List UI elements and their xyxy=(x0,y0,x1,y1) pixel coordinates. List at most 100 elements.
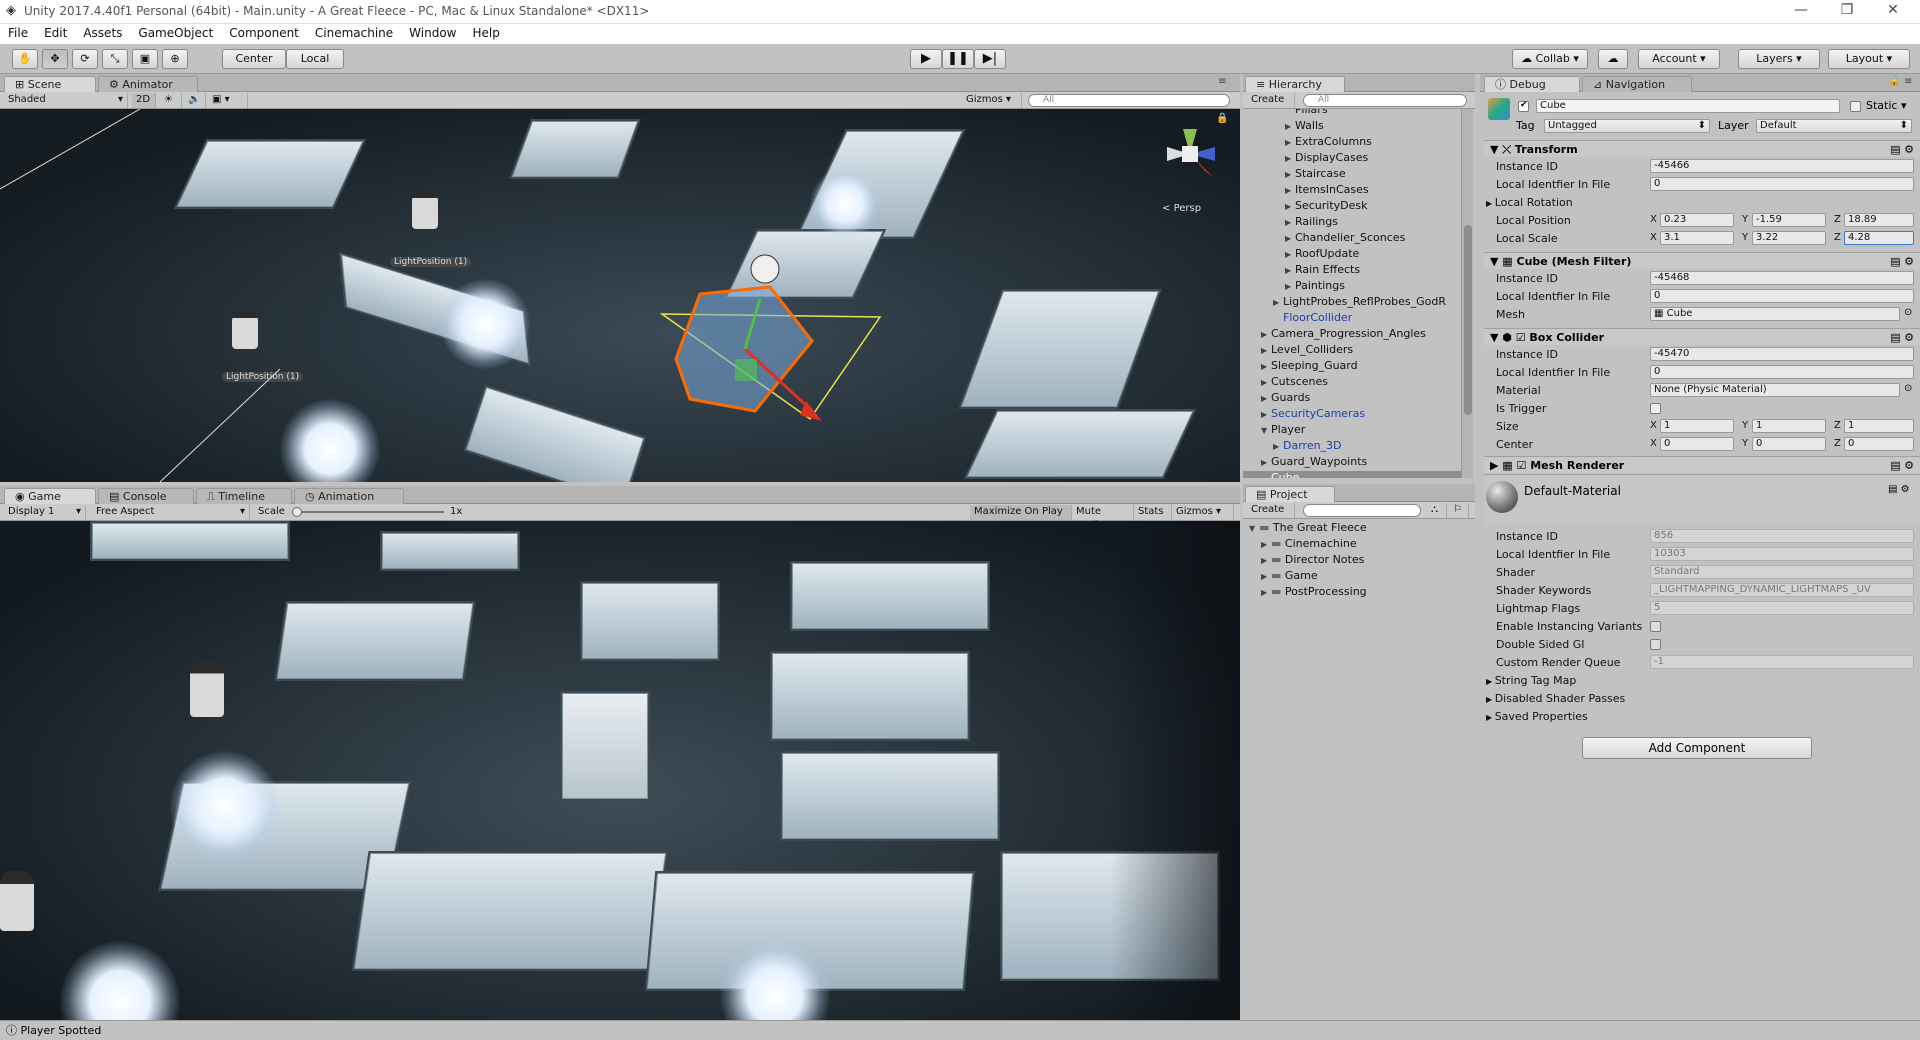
hierarchy-item[interactable]: ▶ Guard_Waypoints xyxy=(1243,455,1461,468)
cloud-icon[interactable]: ☁ xyxy=(1598,49,1628,69)
scale-handle[interactable] xyxy=(292,507,302,517)
tab-project[interactable]: ▤ Project xyxy=(1245,486,1335,502)
foldout-arrow-icon[interactable]: ▶ xyxy=(1261,376,1271,389)
foldout-arrow-icon[interactable]: ▶ xyxy=(1285,200,1295,213)
gizmos-dropdown[interactable]: Gizmos ▾ xyxy=(962,93,1022,108)
active-checkbox[interactable]: ✔ xyxy=(1518,100,1529,112)
material-property-field[interactable]: 10303 xyxy=(1650,547,1914,561)
local-rotation-foldout[interactable]: ▶ Local Rotation xyxy=(1486,195,1573,210)
menu-assets[interactable]: Assets xyxy=(75,24,130,42)
inspector-menu-icon[interactable]: ≡ xyxy=(1904,76,1912,87)
hierarchy-item[interactable]: ▶ ExtraColumns xyxy=(1243,135,1461,148)
orientation-gizmo-icon[interactable] xyxy=(1155,119,1225,189)
object-picker-icon[interactable]: ⊙ xyxy=(1904,383,1912,394)
hierarchy-item[interactable]: ▶ Camera_Progression_Angles xyxy=(1243,327,1461,340)
scene-view[interactable]: LightPosition (1) LightPosition (1) < Pe… xyxy=(0,109,1240,482)
panel-menu-icon[interactable]: ≡ xyxy=(1218,76,1226,87)
material-property-field[interactable]: 5 xyxy=(1650,601,1914,615)
mute-audio-button[interactable]: Mute Audio xyxy=(1072,505,1134,531)
add-component-button[interactable]: Add Component xyxy=(1582,737,1812,759)
object-picker-icon[interactable]: ⊙ xyxy=(1904,307,1912,318)
game-view[interactable] xyxy=(0,521,1240,1020)
foldout-arrow-icon[interactable]: ▶ xyxy=(1273,296,1283,309)
inspector-lock-icon[interactable]: 🔒 xyxy=(1888,76,1900,87)
tab-animation[interactable]: ◷ Animation xyxy=(294,488,404,504)
hierarchy-item[interactable]: ▶ Chandelier_Sconces xyxy=(1243,231,1461,244)
close-icon[interactable]: ✕ xyxy=(1870,2,1916,22)
hierarchy-item[interactable]: ▶ Guards xyxy=(1243,391,1461,404)
foldout-arrow-icon[interactable]: ▶ xyxy=(1261,408,1271,421)
stats-button[interactable]: Stats xyxy=(1134,505,1172,520)
foldout-arrow-icon[interactable]: ▶ xyxy=(1261,328,1271,341)
pause-icon[interactable]: ❚❚ xyxy=(942,49,974,69)
foldout-arrow-icon[interactable]: ▶ xyxy=(1261,344,1271,357)
size-y-field[interactable]: 1 xyxy=(1752,419,1826,433)
collab-button[interactable]: ☁ Collab ▾ xyxy=(1512,49,1588,69)
foldout-arrow-icon[interactable]: ▶ xyxy=(1261,360,1271,373)
hierarchy-item[interactable]: ▶ Cutscenes xyxy=(1243,375,1461,388)
tab-scene[interactable]: ⊞ Scene xyxy=(4,76,96,92)
minimize-icon[interactable]: — xyxy=(1778,2,1824,22)
project-folder-item[interactable]: ▶ ▬ Director Notes xyxy=(1243,553,1364,566)
hierarchy-item[interactable]: ▶ SecurityCameras xyxy=(1243,407,1461,420)
foldout-arrow-icon[interactable]: ▶ xyxy=(1285,248,1295,261)
lock-icon[interactable]: 🔒 xyxy=(1216,113,1228,124)
maximize-icon[interactable]: ❐ xyxy=(1824,2,1870,22)
foldout-arrow-icon[interactable]: ▼ xyxy=(1249,522,1259,535)
perspective-label[interactable]: < Persp xyxy=(1162,203,1201,214)
foldout-arrow-icon[interactable]: ▶ xyxy=(1285,184,1295,197)
foldout-arrow-icon[interactable]: ▶ xyxy=(1285,264,1295,277)
material-property-checkbox[interactable] xyxy=(1650,621,1661,632)
material-settings-icon[interactable]: ▤ ⚙ xyxy=(1888,484,1910,495)
material-foldout[interactable]: ▶ Disabled Shader Passes xyxy=(1486,691,1625,706)
position-y-field[interactable]: -1.59 xyxy=(1752,213,1826,227)
size-z-field[interactable]: 1 xyxy=(1844,419,1914,433)
size-x-field[interactable]: 1 xyxy=(1660,419,1734,433)
tab-console[interactable]: ▤ Console xyxy=(98,488,194,504)
scene-search-input[interactable]: All xyxy=(1028,94,1230,107)
layout-dropdown[interactable]: Layout ▾ xyxy=(1828,49,1910,69)
hierarchy-item[interactable]: ▶ DisplayCases xyxy=(1243,151,1461,164)
project-folder-item[interactable]: ▼ ▬ The Great Fleece xyxy=(1243,521,1367,534)
project-folder-item[interactable]: ▶ ▬ Game xyxy=(1243,569,1318,582)
layer-dropdown[interactable]: Default ⬍ xyxy=(1756,119,1912,133)
foldout-arrow-icon[interactable]: ▼ xyxy=(1261,424,1271,437)
hierarchy-search-input[interactable]: All xyxy=(1303,94,1467,107)
foldout-arrow-icon[interactable]: ▶ xyxy=(1261,538,1271,551)
step-icon[interactable]: ▶| xyxy=(974,49,1006,69)
tag-dropdown[interactable]: Untagged ⬍ xyxy=(1544,119,1710,133)
maximize-on-play-button[interactable]: Maximize On Play xyxy=(970,505,1072,520)
project-search-input[interactable] xyxy=(1303,504,1421,517)
mesh-filter-header[interactable]: ▼ ▦ Cube (Mesh Filter) ▤ ⚙ xyxy=(1484,252,1920,269)
foldout-arrow-icon[interactable]: ▶ xyxy=(1285,136,1295,149)
hierarchy-item[interactable]: ▶ ItemsInCases xyxy=(1243,183,1461,196)
tab-debug[interactable]: ⓘ Debug xyxy=(1484,76,1580,92)
filter-label-icon[interactable]: ⚐ xyxy=(1449,503,1469,518)
foldout-arrow-icon[interactable]: ▶ xyxy=(1285,152,1295,165)
hierarchy-item[interactable]: FloorCollider xyxy=(1243,311,1461,324)
menu-gameobject[interactable]: GameObject xyxy=(130,24,221,42)
foldout-arrow-icon[interactable]: ▶ xyxy=(1285,232,1295,245)
foldout-arrow-icon[interactable]: ▶ xyxy=(1285,280,1295,293)
foldout-arrow-icon[interactable]: ▶ xyxy=(1261,570,1271,583)
toggle-2d-button[interactable]: 2D xyxy=(132,93,156,108)
hierarchy-item[interactable]: ▶ RoofUpdate xyxy=(1243,247,1461,260)
pivot-center-button[interactable]: Center xyxy=(222,49,286,69)
hierarchy-item[interactable]: ▶ Level_Colliders xyxy=(1243,343,1461,356)
project-folder-item[interactable]: ▶ ▬ PostProcessing xyxy=(1243,585,1367,598)
box-collider-header[interactable]: ▼ ⬢ ☑ Box Collider ▤ ⚙ xyxy=(1484,328,1920,345)
material-header[interactable] xyxy=(1484,474,1920,524)
position-z-field[interactable]: 18.89 xyxy=(1844,213,1914,227)
hand-tool-icon[interactable]: ✋ xyxy=(12,49,38,69)
hierarchy-scrollbar[interactable] xyxy=(1461,109,1473,478)
hierarchy-item[interactable]: ▶ Paintings xyxy=(1243,279,1461,292)
lighting-toggle-icon[interactable]: ☀ xyxy=(160,93,182,108)
filter-type-icon[interactable]: ⛬ xyxy=(1427,503,1447,518)
tab-navigation[interactable]: ⊿ Navigation xyxy=(1582,76,1692,92)
material-property-field[interactable]: 856 xyxy=(1650,529,1914,543)
menu-cinemachine[interactable]: Cinemachine xyxy=(307,24,401,42)
foldout-arrow-icon[interactable]: ▶ xyxy=(1285,216,1295,229)
account-dropdown[interactable]: Account ▾ xyxy=(1638,49,1720,69)
tab-hierarchy[interactable]: ≡ Hierarchy xyxy=(1245,76,1345,92)
hierarchy-item[interactable]: ▶ Sleeping_Guard xyxy=(1243,359,1461,372)
